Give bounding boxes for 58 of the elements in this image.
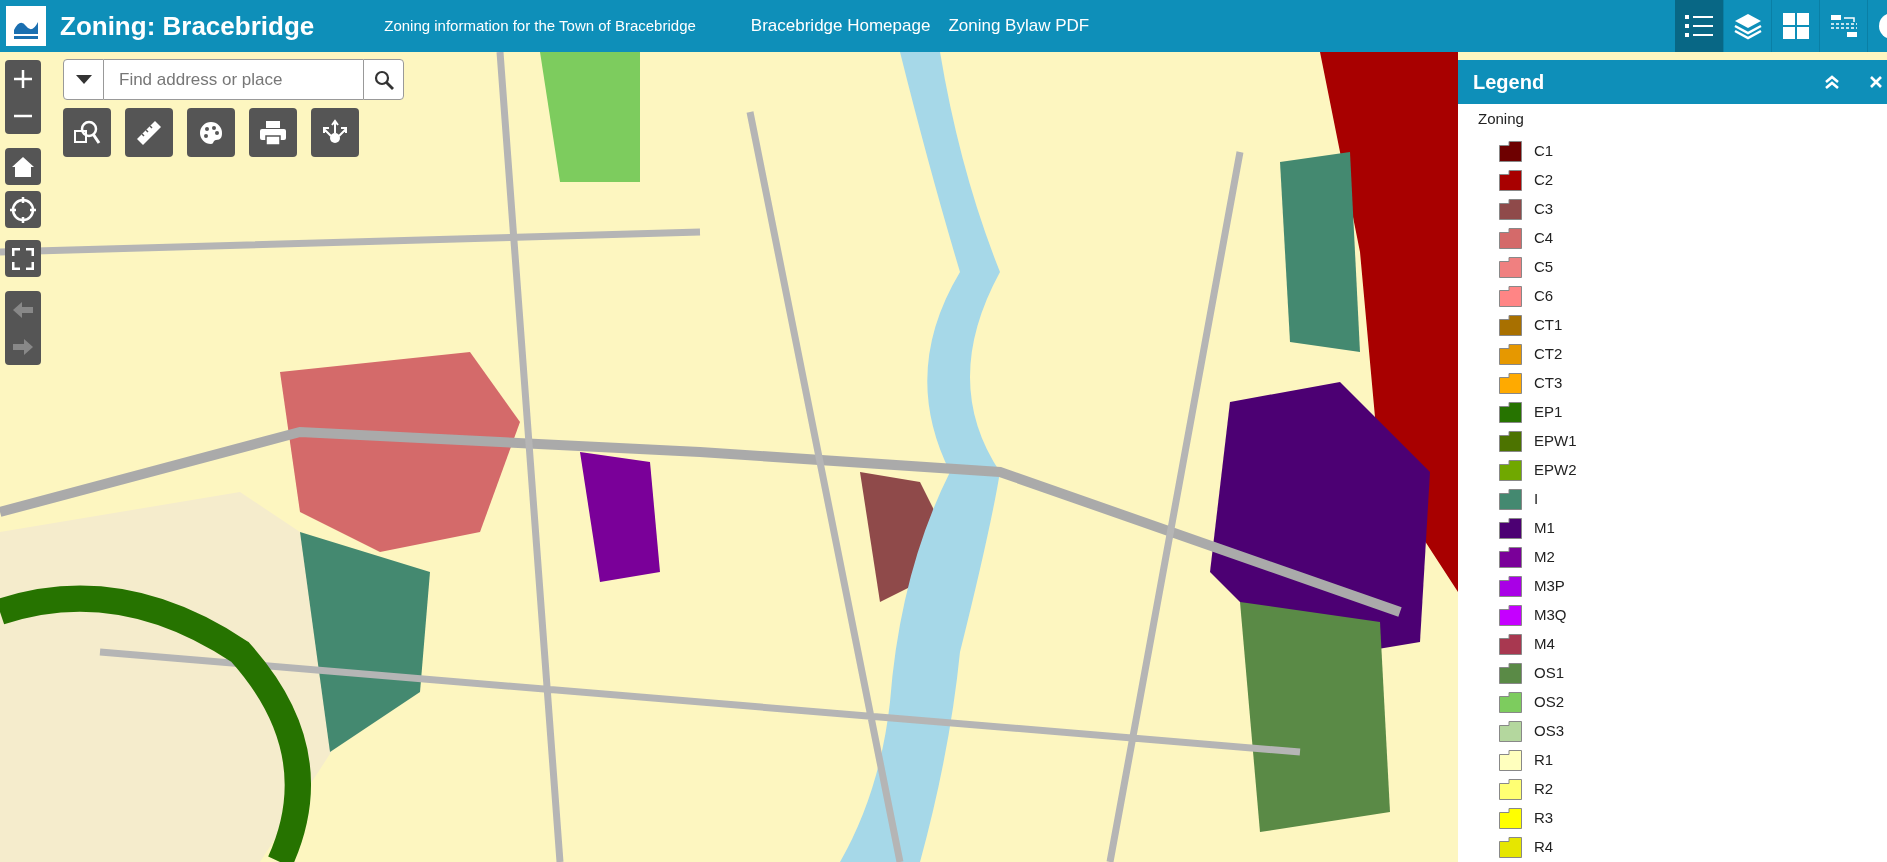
caret-icon [75, 75, 92, 84]
legend-label: C6 [1534, 286, 1554, 307]
legend-label: M1 [1534, 518, 1555, 539]
legend-label: M4 [1534, 634, 1555, 655]
legend-label: EPW1 [1534, 431, 1577, 452]
legend-section-title: Zoning [1478, 108, 1525, 129]
crosshair-icon [10, 196, 36, 223]
legend-label: CT2 [1534, 344, 1563, 365]
double-chevron-icon [1824, 74, 1840, 89]
legend-label: M2 [1534, 547, 1555, 568]
print-button[interactable] [249, 108, 297, 157]
legend-label: EP1 [1534, 402, 1563, 423]
legend-label: M3P [1534, 576, 1565, 597]
legend-label: C2 [1534, 170, 1554, 191]
legend-label: R2 [1534, 779, 1554, 800]
legend-label: R1 [1534, 750, 1554, 771]
home-icon [11, 155, 35, 178]
legend-label: C5 [1534, 257, 1554, 278]
minus-icon [13, 113, 33, 118]
app-subtitle: Zoning information for the Town of Bracebridge [384, 15, 696, 36]
legend-label: C3 [1534, 199, 1554, 220]
legend-label: CT3 [1534, 373, 1563, 394]
town-logo [6, 6, 46, 46]
search-icon [373, 69, 394, 90]
legend-title: Legend [1473, 69, 1545, 95]
legend-label: I [1534, 489, 1539, 510]
printer-icon [259, 119, 287, 146]
legend-label: C1 [1534, 141, 1554, 162]
close-icon [1870, 75, 1882, 88]
legend-label: R3 [1534, 808, 1554, 829]
legend-label: OS2 [1534, 692, 1564, 713]
legend-label: OS3 [1534, 721, 1564, 742]
measure-button[interactable] [125, 108, 173, 157]
legend-label: EPW2 [1534, 460, 1577, 481]
search-field[interactable]: Find address or place [104, 59, 363, 100]
fullscreen-button[interactable] [5, 240, 41, 277]
left-arrow-icon [12, 300, 34, 319]
app-title: Zoning: Bracebridge [60, 9, 315, 43]
right-arrow-icon [12, 337, 34, 356]
legend-label: CT1 [1534, 315, 1563, 336]
header-link[interactable]: Zoning Bylaw PDF [948, 13, 1090, 39]
legend-label: M3Q [1534, 605, 1567, 626]
ruler-icon [135, 118, 163, 147]
fullscreen-icon [12, 247, 34, 270]
share-button[interactable] [311, 108, 359, 157]
search-button[interactable] [363, 59, 404, 100]
locate-button[interactable] [5, 191, 41, 228]
search-source-dropdown[interactable] [63, 59, 104, 100]
legend-label: C4 [1534, 228, 1554, 249]
legend-label: R4 [1534, 837, 1554, 858]
toolbar-button[interactable] [1675, 0, 1723, 52]
close-button[interactable] [1869, 73, 1883, 90]
home-button[interactable] [5, 148, 41, 185]
header-link[interactable]: Bracebridge Homepage [750, 13, 931, 39]
plus-icon [13, 68, 33, 89]
legend-label: OS1 [1534, 663, 1564, 684]
basemap-button[interactable] [187, 108, 235, 157]
query-tool-button[interactable] [63, 108, 111, 157]
